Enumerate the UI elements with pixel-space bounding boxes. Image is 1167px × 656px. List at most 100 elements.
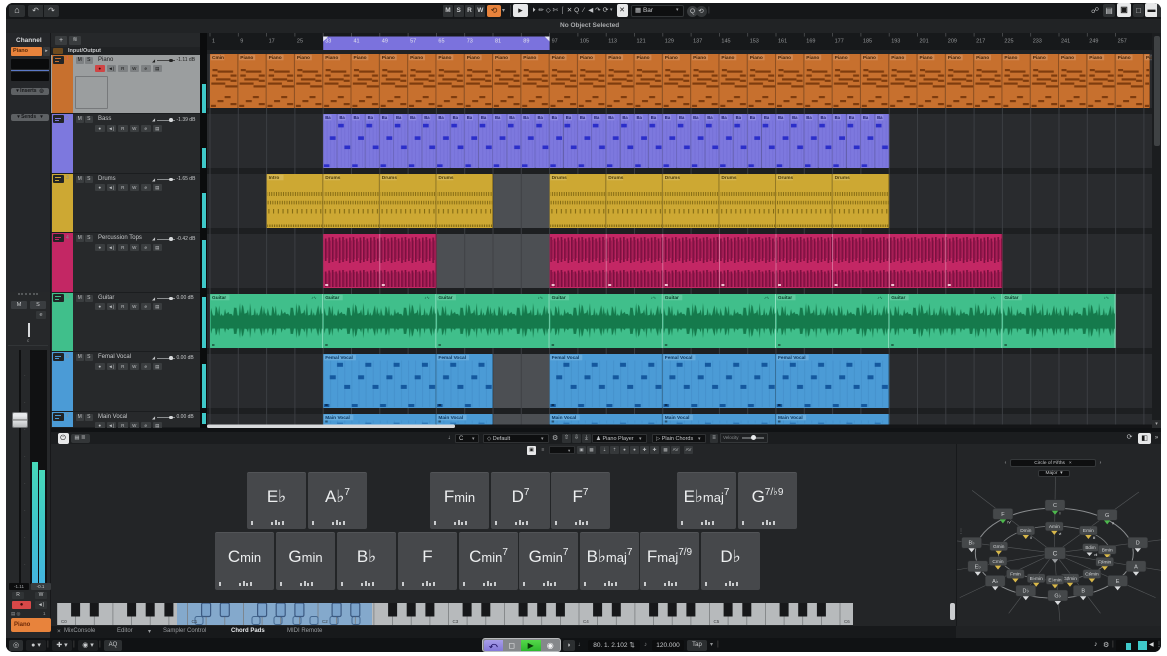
svg-text:Dmin: Dmin [1020, 528, 1032, 534]
svg-text:Drums: Drums [325, 175, 341, 181]
svg-text:Piano: Piano [1033, 55, 1046, 61]
svg-text:Ba: Ba [863, 115, 869, 120]
svg-text:Drums: Drums [835, 175, 851, 181]
svg-text:33: 33 [325, 39, 331, 45]
svg-text:41: 41 [354, 39, 360, 45]
svg-text:Ba: Ba [622, 115, 628, 120]
svg-text:Drums: Drums [778, 175, 794, 181]
svg-text:Ba: Ba [354, 115, 360, 120]
svg-text:Ba: Ba [438, 115, 444, 120]
svg-text:Piano: Piano [1089, 55, 1102, 61]
svg-text:Guitar: Guitar [665, 295, 679, 301]
svg-text:Piano: Piano [354, 55, 367, 61]
svg-text:G♭: G♭ [1054, 593, 1061, 600]
svg-text:Ba: Ba [679, 115, 685, 120]
svg-text:C♯min: C♯min [1085, 572, 1099, 578]
svg-text:Piano: Piano [495, 55, 508, 61]
svg-text:D♭: D♭ [1023, 588, 1030, 595]
svg-text:49: 49 [382, 39, 388, 45]
svg-text:C1: C1 [192, 619, 198, 624]
svg-text:Drums: Drums [552, 175, 568, 181]
svg-text:♪∿: ♪∿ [877, 295, 882, 300]
svg-text:113: 113 [608, 39, 617, 45]
svg-text:Ba: Ba [368, 115, 374, 120]
svg-text:Drums: Drums [721, 175, 737, 181]
svg-text:Femal Vocal: Femal Vocal [665, 355, 693, 361]
svg-text:Drums: Drums [608, 175, 624, 181]
svg-text:A♭: A♭ [992, 578, 999, 585]
svg-text:D: D [1136, 541, 1140, 547]
svg-text:Femal Vocal: Femal Vocal [325, 355, 353, 361]
svg-text:♪∿: ♪∿ [1104, 295, 1109, 300]
svg-text:Femal Vocal: Femal Vocal [778, 355, 806, 361]
svg-text:225: 225 [1004, 39, 1013, 45]
svg-text:Piano: Piano [948, 55, 961, 61]
svg-text:Piano: Piano [693, 55, 706, 61]
svg-text:Ba: Ba [495, 115, 501, 120]
svg-text:♪∿: ♪∿ [424, 295, 429, 300]
svg-text:vi: vi [1059, 532, 1062, 536]
svg-text:Ba: Ba [707, 115, 713, 120]
svg-text:Piano: Piano [806, 55, 819, 61]
svg-text:Piano: Piano [297, 55, 310, 61]
svg-text:65: 65 [438, 39, 444, 45]
svg-text:Ba: Ba [821, 115, 827, 120]
svg-text:161: 161 [778, 39, 787, 45]
svg-text:Main Vocal: Main Vocal [552, 415, 577, 421]
svg-text:Main Vocal: Main Vocal [665, 415, 690, 421]
svg-text:169: 169 [806, 39, 815, 45]
svg-text:C3: C3 [453, 619, 459, 624]
svg-text:121: 121 [637, 39, 646, 45]
svg-text:C5: C5 [714, 619, 720, 624]
svg-text:Drums: Drums [382, 175, 398, 181]
svg-text:Ba: Ba [453, 115, 459, 120]
svg-text:Ba: Ba [523, 115, 529, 120]
svg-text:Femal Vocal: Femal Vocal [438, 355, 466, 361]
svg-text:Cmin: Cmin [212, 55, 224, 61]
svg-text:Emin: Emin [1083, 528, 1094, 534]
svg-text:1: 1 [212, 39, 215, 45]
svg-text:Guitar: Guitar [438, 295, 452, 301]
svg-text:Piano: Piano [976, 55, 989, 61]
svg-text:129: 129 [665, 39, 674, 45]
svg-text:Guitar: Guitar [891, 295, 905, 301]
svg-text:Guitar: Guitar [552, 295, 566, 301]
svg-text:Piano: Piano [778, 55, 791, 61]
svg-text:♪∿: ♪∿ [764, 295, 769, 300]
svg-text:Ba: Ba [877, 115, 883, 120]
svg-text:105: 105 [580, 39, 589, 45]
svg-text:Cmin: Cmin [992, 559, 1004, 565]
svg-text:Ba: Ba [778, 115, 784, 120]
svg-text:Bmin: Bmin [1102, 547, 1113, 553]
svg-text:Ba: Ba [736, 115, 742, 120]
svg-text:145: 145 [721, 39, 730, 45]
svg-text:Piano: Piano [863, 55, 876, 61]
svg-text:249: 249 [1089, 39, 1098, 45]
svg-text:209: 209 [948, 39, 957, 45]
svg-text:81: 81 [495, 39, 501, 45]
svg-text:E♭: E♭ [975, 563, 982, 570]
svg-text:Ba: Ba [594, 115, 600, 120]
svg-text:Ba: Ba [849, 115, 855, 120]
svg-text:I: I [1060, 512, 1061, 516]
svg-text:Piano: Piano [325, 55, 338, 61]
svg-text:F♯min: F♯min [1098, 560, 1111, 566]
svg-text:Ba: Ba [538, 115, 544, 120]
svg-text:C0: C0 [61, 619, 67, 624]
svg-text:C: C [1053, 550, 1058, 557]
svg-text:C: C [1053, 503, 1057, 509]
svg-text:Piano: Piano [467, 55, 480, 61]
svg-text:Piano: Piano [1118, 55, 1131, 61]
svg-text:Ba: Ba [764, 115, 770, 120]
svg-text:73: 73 [467, 39, 473, 45]
svg-text:Ba: Ba [693, 115, 699, 120]
svg-text:193: 193 [891, 39, 900, 45]
svg-text:201: 201 [920, 39, 929, 45]
svg-text:Piano: Piano [721, 55, 734, 61]
svg-text:89: 89 [523, 39, 529, 45]
svg-text:Gmin: Gmin [993, 544, 1005, 550]
svg-text:97: 97 [552, 39, 558, 45]
svg-text:Ba: Ba [721, 115, 727, 120]
svg-text:25: 25 [297, 39, 303, 45]
svg-text:C2: C2 [322, 619, 328, 624]
